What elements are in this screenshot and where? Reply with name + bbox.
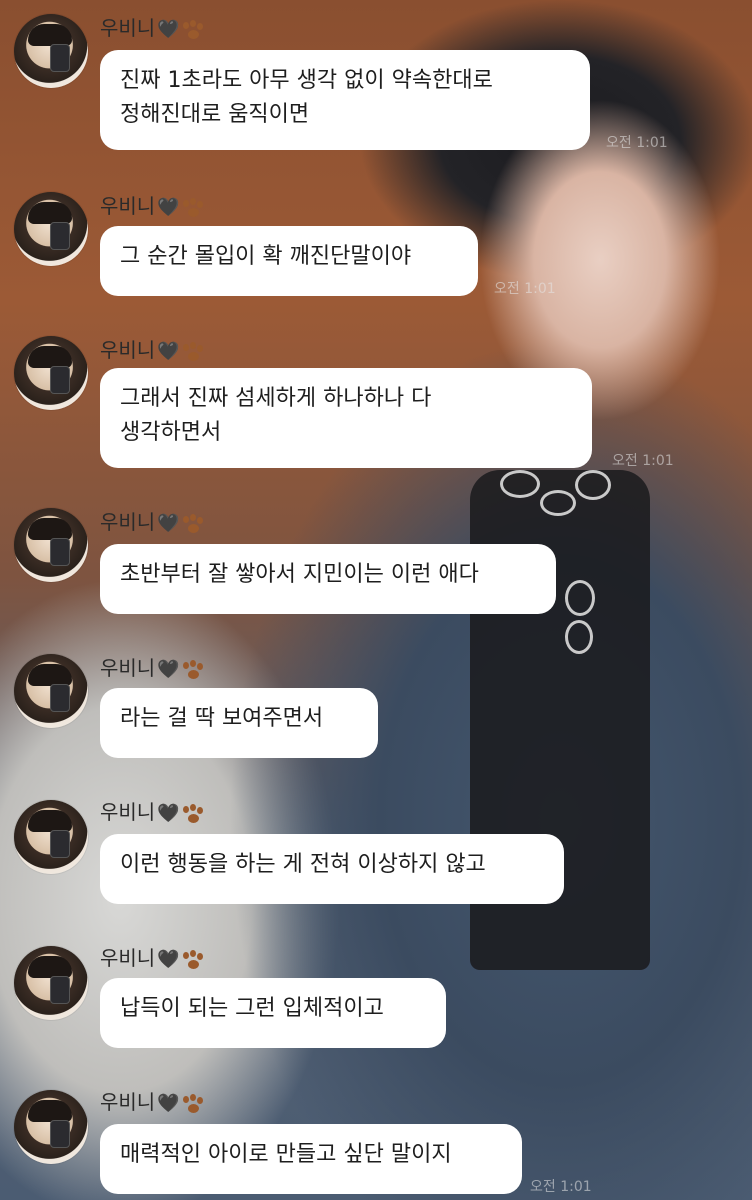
background-chain [565,620,593,654]
sender-name: 우비니 🖤 [100,942,207,971]
sender-name: 우비니 🖤 [100,652,207,681]
background-chain [500,470,540,498]
sender-name: 우비니 🖤 [100,506,207,535]
message-bubble[interactable]: 진짜 1초라도 아무 생각 없이 약속한대로 정해진대로 움직이면 [100,50,590,150]
message-time: 오전 1:01 [606,135,668,151]
background-chain [540,490,576,516]
background-chain [575,470,611,500]
paw-icon [181,197,207,218]
sender-name: 우비니 🖤 [100,796,207,825]
heart-emoji: 🖤 [157,197,180,218]
avatar[interactable] [14,654,88,728]
avatar[interactable] [14,508,88,582]
heart-emoji: 🖤 [157,341,180,362]
message-time: 오전 1:01 [494,281,556,297]
heart-emoji: 🖤 [157,1093,180,1114]
sender-name-text: 우비니 [100,16,156,40]
sender-name-text: 우비니 [100,338,156,362]
message-bubble[interactable]: 납득이 되는 그런 입체적이고 [100,978,446,1048]
sender-name-text: 우비니 [100,656,156,680]
avatar[interactable] [14,946,88,1020]
sender-name: 우비니 🖤 [100,190,207,219]
message-bubble[interactable]: 매력적인 아이로 만들고 싶단 말이지 [100,1124,522,1194]
heart-emoji: 🖤 [157,659,180,680]
paw-icon [181,659,207,680]
message-bubble[interactable]: 그래서 진짜 섬세하게 하나하나 다 생각하면서 [100,368,592,468]
background-chain [565,580,595,616]
message-time: 오전 1:01 [612,453,674,469]
sender-name: 우비니 🖤 [100,1086,207,1115]
paw-icon [181,19,207,40]
avatar[interactable] [14,1090,88,1164]
message-bubble[interactable]: 그 순간 몰입이 확 깨진단말이야 [100,226,478,296]
message-bubble[interactable]: 초반부터 잘 쌓아서 지민이는 이런 애다 [100,544,556,614]
avatar[interactable] [14,14,88,88]
paw-icon [181,513,207,534]
heart-emoji: 🖤 [157,19,180,40]
sender-name-text: 우비니 [100,1090,156,1114]
sender-name-text: 우비니 [100,510,156,534]
avatar[interactable] [14,192,88,266]
paw-icon [181,803,207,824]
paw-icon [181,949,207,970]
message-bubble[interactable]: 이런 행동을 하는 게 전혀 이상하지 않고 [100,834,564,904]
sender-name-text: 우비니 [100,800,156,824]
avatar[interactable] [14,336,88,410]
sender-name: 우비니 🖤 [100,334,207,363]
sender-name: 우비니 🖤 [100,12,207,41]
heart-emoji: 🖤 [157,513,180,534]
heart-emoji: 🖤 [157,949,180,970]
heart-emoji: 🖤 [157,803,180,824]
paw-icon [181,341,207,362]
paw-icon [181,1093,207,1114]
message-time: 오전 1:01 [530,1179,592,1195]
sender-name-text: 우비니 [100,194,156,218]
message-bubble[interactable]: 라는 걸 딱 보여주면서 [100,688,378,758]
avatar[interactable] [14,800,88,874]
sender-name-text: 우비니 [100,946,156,970]
